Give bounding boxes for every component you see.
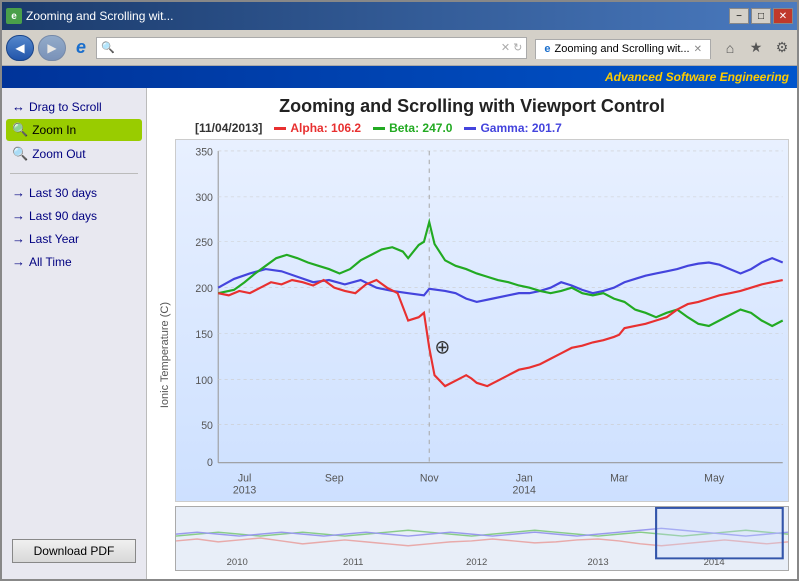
chart-wrapper: Ionic Temperature (C) [155,139,789,571]
last-year-icon: → [12,231,25,246]
sidebar-item-last30[interactable]: → Last 30 days [6,182,142,203]
title-bar-left: e Zooming and Scrolling wit... [6,8,173,24]
ie-logo-icon: e [70,37,92,59]
legend-gamma: Gamma: 201.7 [464,121,561,135]
minimize-button[interactable]: − [729,8,749,24]
sidebar-item-zoom-in[interactable]: 🔍 Zoom In [6,119,142,141]
svg-text:May: May [704,472,725,484]
window-title: Zooming and Scrolling wit... [26,9,173,23]
forward-button[interactable]: ▶ [38,35,66,61]
address-input[interactable]: 🔍 ✕ ↻ [96,37,527,59]
brand-text: Advanced Software Engineering [605,70,789,84]
address-bar: ◀ ▶ e 🔍 ✕ ↻ e Zooming and Scrolling wit.… [2,30,797,66]
zoom-out-icon: 🔍 [12,146,28,162]
back-button[interactable]: ◀ [6,35,34,61]
tab-label: Zooming and Scrolling wit... [554,43,689,55]
all-time-icon: → [12,254,25,269]
settings-icon[interactable]: ⚙ [771,37,793,59]
chart-svg-container: 350 300 250 200 150 100 50 0 Jul 2013 Se… [175,139,789,571]
main-chart-svg[interactable]: 350 300 250 200 150 100 50 0 Jul 2013 Se… [175,139,789,502]
nav-icons: ⌂ ★ ⚙ [719,37,793,59]
y-axis-label: Ionic Temperature (C) [157,302,173,408]
last30-icon: → [12,185,25,200]
svg-text:⊕: ⊕ [435,336,451,358]
sidebar-item-zoom-out[interactable]: 🔍 Zoom Out [6,143,142,165]
svg-text:Nov: Nov [420,472,439,484]
drag-scroll-icon: ↔ [12,99,25,114]
svg-text:300: 300 [195,192,213,204]
sidebar-all-time-label: All Time [29,255,72,269]
svg-text:2013: 2013 [588,558,609,568]
svg-text:2011: 2011 [343,558,363,568]
mini-chart-svg[interactable]: 2010 2011 2012 2013 2014 [175,506,789,571]
zoom-in-icon: 🔍 [12,122,28,138]
chart-area: Zooming and Scrolling with Viewport Cont… [147,88,797,579]
title-bar: e Zooming and Scrolling wit... − □ ✕ [2,2,797,30]
legend-beta-label: Beta: 247.0 [389,121,452,135]
svg-text:200: 200 [195,283,213,295]
legend-alpha: Alpha: 106.2 [274,121,361,135]
sidebar-divider-1 [10,173,138,174]
chart-legend: [11/04/2013] Alpha: 106.2 Beta: 247.0 Ga… [155,121,789,135]
sidebar: ↔ Drag to Scroll 🔍 Zoom In 🔍 Zoom Out → … [2,88,147,579]
sidebar-item-last-year[interactable]: → Last Year [6,228,142,249]
svg-text:2013: 2013 [233,484,256,496]
svg-text:150: 150 [195,329,213,341]
svg-text:Mar: Mar [610,472,629,484]
y-axis-container: Ionic Temperature (C) [155,139,175,571]
svg-text:350: 350 [195,146,213,158]
legend-beta-dot [373,127,385,130]
home-icon[interactable]: ⌂ [719,37,741,59]
sidebar-drag-scroll-label: Drag to Scroll [29,100,102,114]
maximize-button[interactable]: □ [751,8,771,24]
browser-tab[interactable]: e Zooming and Scrolling wit... ✕ [535,39,711,59]
svg-text:50: 50 [201,420,213,432]
legend-alpha-dot [274,127,286,130]
svg-text:2012: 2012 [466,558,487,568]
favorites-icon[interactable]: ★ [745,37,767,59]
tab-close-button[interactable]: ✕ [694,44,702,55]
sidebar-spacer [6,274,142,529]
browser-icon: e [6,8,22,24]
sidebar-last90-label: Last 90 days [29,209,97,223]
sidebar-last30-label: Last 30 days [29,186,97,200]
legend-date: [11/04/2013] [195,121,262,135]
sidebar-last-year-label: Last Year [29,232,79,246]
svg-text:Sep: Sep [325,472,344,484]
svg-text:250: 250 [195,237,213,249]
sidebar-item-all-time[interactable]: → All Time [6,251,142,272]
svg-text:2014: 2014 [512,484,535,496]
download-pdf-button[interactable]: Download PDF [12,539,136,563]
browser-window: e Zooming and Scrolling wit... − □ ✕ ◀ ▶… [0,0,799,581]
svg-text:0: 0 [207,457,213,469]
chart-title: Zooming and Scrolling with Viewport Cont… [155,96,789,117]
brand-bar: Advanced Software Engineering [2,66,797,88]
main-content: ↔ Drag to Scroll 🔍 Zoom In 🔍 Zoom Out → … [2,88,797,579]
tab-bar: e Zooming and Scrolling wit... ✕ [535,37,711,59]
legend-alpha-label: Alpha: 106.2 [290,121,361,135]
svg-text:2010: 2010 [227,558,248,568]
sidebar-zoom-out-label: Zoom Out [32,147,85,161]
close-button[interactable]: ✕ [773,8,793,24]
window-controls: − □ ✕ [729,8,793,24]
legend-beta: Beta: 247.0 [373,121,452,135]
svg-text:100: 100 [195,375,213,387]
legend-gamma-dot [464,127,476,130]
sidebar-item-last90[interactable]: → Last 90 days [6,205,142,226]
sidebar-item-drag-scroll[interactable]: ↔ Drag to Scroll [6,96,142,117]
last90-icon: → [12,208,25,223]
svg-text:Jan: Jan [516,472,533,484]
sidebar-zoom-in-label: Zoom In [32,123,76,137]
svg-text:Jul: Jul [238,472,251,484]
legend-gamma-label: Gamma: 201.7 [480,121,561,135]
tab-favicon: e [544,43,550,55]
